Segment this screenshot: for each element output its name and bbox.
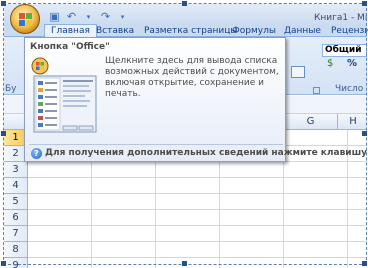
- office-button[interactable]: [10, 4, 40, 34]
- office-logo-icon: [19, 13, 32, 26]
- undo-icon[interactable]: ↶: [65, 11, 78, 23]
- column-header-h[interactable]: H: [338, 114, 368, 130]
- row-header[interactable]: 4: [4, 178, 28, 194]
- row-header[interactable]: 9: [4, 258, 28, 268]
- dialog-launcher-icon[interactable]: [313, 87, 320, 94]
- resize-handle[interactable]: [1, 131, 6, 136]
- tooltip-divider: [29, 144, 283, 145]
- tooltip-title: Кнопка "Office": [30, 42, 110, 52]
- accounting-format-icon[interactable]: $: [327, 58, 333, 69]
- save-icon[interactable]: ▣: [48, 11, 61, 23]
- row-header[interactable]: 5: [4, 194, 28, 210]
- resize-handle[interactable]: [182, 1, 187, 6]
- tab-home[interactable]: Главная: [44, 24, 97, 37]
- excel-window: ▣ ↶ ▾ ↷ ▾ Книга1 - Microsof Главная Вста…: [0, 0, 368, 268]
- resize-handle[interactable]: [362, 1, 367, 6]
- office-button-tooltip: Кнопка "Office" Щелкните здесь для вывод…: [24, 37, 368, 162]
- wrap-text-icon[interactable]: [291, 66, 305, 78]
- row-header[interactable]: 3: [4, 162, 28, 178]
- office-menu-preview-icon: [31, 57, 97, 133]
- title-bar: ▣ ↶ ▾ ↷ ▾ Книга1 - Microsof: [4, 4, 368, 26]
- row-header[interactable]: 8: [4, 242, 28, 258]
- row-header[interactable]: 6: [4, 210, 28, 226]
- resize-handle[interactable]: [362, 131, 367, 136]
- tab-data[interactable]: Данные: [284, 26, 321, 36]
- tab-formulas[interactable]: Формулы: [232, 26, 276, 36]
- tooltip-description: Щелкните здесь для вывода списка возможн…: [105, 56, 279, 99]
- chevron-down-icon[interactable]: ▾: [82, 11, 95, 23]
- tooltip-help-text: Для получения дополнительных сведений на…: [45, 148, 368, 158]
- window-title: Книга1 - Microsof: [314, 13, 368, 23]
- ribbon-tabs: Главная Вставка Разметка страницы Формул…: [4, 24, 368, 37]
- resize-handle[interactable]: [1, 261, 6, 266]
- column-header-g[interactable]: G: [284, 114, 338, 130]
- resize-handle[interactable]: [1, 1, 6, 6]
- number-format-select[interactable]: Общий: [322, 44, 367, 57]
- resize-handle[interactable]: [362, 261, 367, 266]
- tab-review[interactable]: Рецензир: [331, 26, 368, 36]
- resize-handle[interactable]: [182, 261, 187, 266]
- number-group-label: Число: [335, 84, 364, 94]
- help-icon: ?: [31, 148, 42, 159]
- tab-insert[interactable]: Вставка: [96, 26, 134, 36]
- percent-style-icon[interactable]: %: [347, 58, 357, 69]
- redo-icon[interactable]: ↷: [99, 11, 112, 23]
- quick-access-toolbar: ▣ ↶ ▾ ↷ ▾: [48, 11, 129, 23]
- tab-page-layout[interactable]: Разметка страницы: [144, 26, 238, 36]
- row-header[interactable]: 7: [4, 226, 28, 242]
- clipboard-group-label: Бу: [5, 84, 17, 94]
- chevron-down-icon[interactable]: ▾: [116, 11, 129, 23]
